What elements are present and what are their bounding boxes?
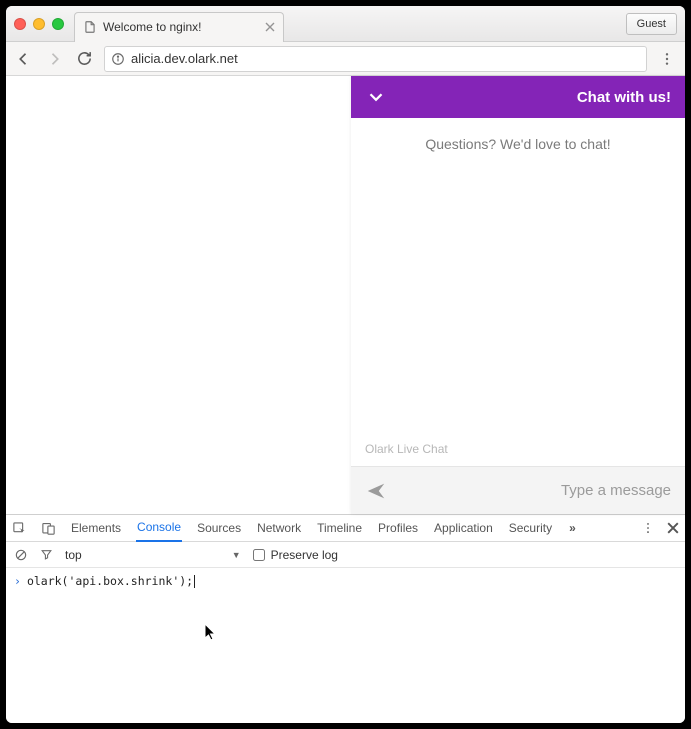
tab-timeline[interactable]: Timeline (316, 515, 363, 542)
tabs-overflow-icon[interactable]: » (569, 521, 576, 535)
site-info-icon[interactable] (111, 52, 125, 66)
chat-header-title: Chat with us! (577, 89, 671, 106)
profile-guest-button[interactable]: Guest (626, 13, 677, 35)
tab-profiles[interactable]: Profiles (377, 515, 419, 542)
back-button[interactable] (14, 49, 34, 69)
filter-icon[interactable] (40, 548, 53, 561)
chat-branding: Olark Live Chat (365, 442, 448, 456)
devtools-menu-icon[interactable] (641, 521, 655, 535)
clear-console-icon[interactable] (14, 548, 28, 562)
device-toolbar-icon[interactable] (41, 521, 56, 536)
devtools-close-icon[interactable] (667, 522, 679, 534)
browser-toolbar: alicia.dev.olark.net (6, 42, 685, 76)
browser-menu-button[interactable] (657, 49, 677, 69)
chat-body: Olark Live Chat (351, 152, 685, 466)
reload-button[interactable] (74, 49, 94, 69)
tab-security[interactable]: Security (508, 515, 553, 542)
tab-title: Welcome to nginx! (103, 20, 202, 34)
url-text: alicia.dev.olark.net (131, 51, 238, 66)
console-toolbar: top ▼ Preserve log (6, 542, 685, 568)
preserve-log-checkbox[interactable]: Preserve log (253, 548, 338, 562)
guest-label: Guest (637, 18, 666, 30)
browser-window: Welcome to nginx! Guest alicia.dev.olark… (6, 6, 685, 723)
chat-input-bar: Type a message (351, 466, 685, 514)
devtools-tabs: Elements Console Sources Network Timelin… (6, 515, 685, 542)
dropdown-triangle-icon: ▼ (232, 550, 241, 560)
titlebar: Welcome to nginx! Guest (6, 6, 685, 42)
tab-sources[interactable]: Sources (196, 515, 242, 542)
address-bar[interactable]: alicia.dev.olark.net (104, 46, 647, 72)
context-selector[interactable]: top ▼ (65, 548, 241, 562)
tab-application[interactable]: Application (433, 515, 494, 542)
console-input-line[interactable]: › olark('api.box.shrink'); (14, 574, 677, 588)
chat-header[interactable]: Chat with us! (351, 76, 685, 118)
preserve-log-input[interactable] (253, 549, 265, 561)
console-input-text: olark('api.box.shrink'); (27, 574, 193, 588)
chat-prompt: Questions? We'd love to chat! (351, 118, 685, 152)
inspect-element-icon[interactable] (12, 521, 27, 536)
close-tab-icon[interactable] (265, 22, 275, 32)
maximize-window-button[interactable] (52, 18, 64, 30)
browser-tab[interactable]: Welcome to nginx! (74, 12, 284, 42)
chat-input-placeholder[interactable]: Type a message (561, 482, 671, 499)
mouse-cursor-icon (204, 623, 218, 643)
close-window-button[interactable] (14, 18, 26, 30)
devtools-panel: Elements Console Sources Network Timelin… (6, 514, 685, 723)
console-body[interactable]: › olark('api.box.shrink'); (6, 568, 685, 723)
tab-network[interactable]: Network (256, 515, 302, 542)
chat-widget: Chat with us! Questions? We'd love to ch… (351, 76, 685, 514)
window-controls (14, 18, 64, 30)
send-icon[interactable] (365, 480, 387, 502)
minimize-window-button[interactable] (33, 18, 45, 30)
tab-console[interactable]: Console (136, 515, 182, 542)
page-icon (83, 20, 97, 34)
text-caret (194, 575, 195, 588)
page-content: Chat with us! Questions? We'd love to ch… (6, 76, 685, 514)
forward-button[interactable] (44, 49, 64, 69)
console-prompt-icon: › (14, 574, 21, 588)
tab-elements[interactable]: Elements (70, 515, 122, 542)
chevron-down-icon[interactable] (365, 86, 387, 108)
